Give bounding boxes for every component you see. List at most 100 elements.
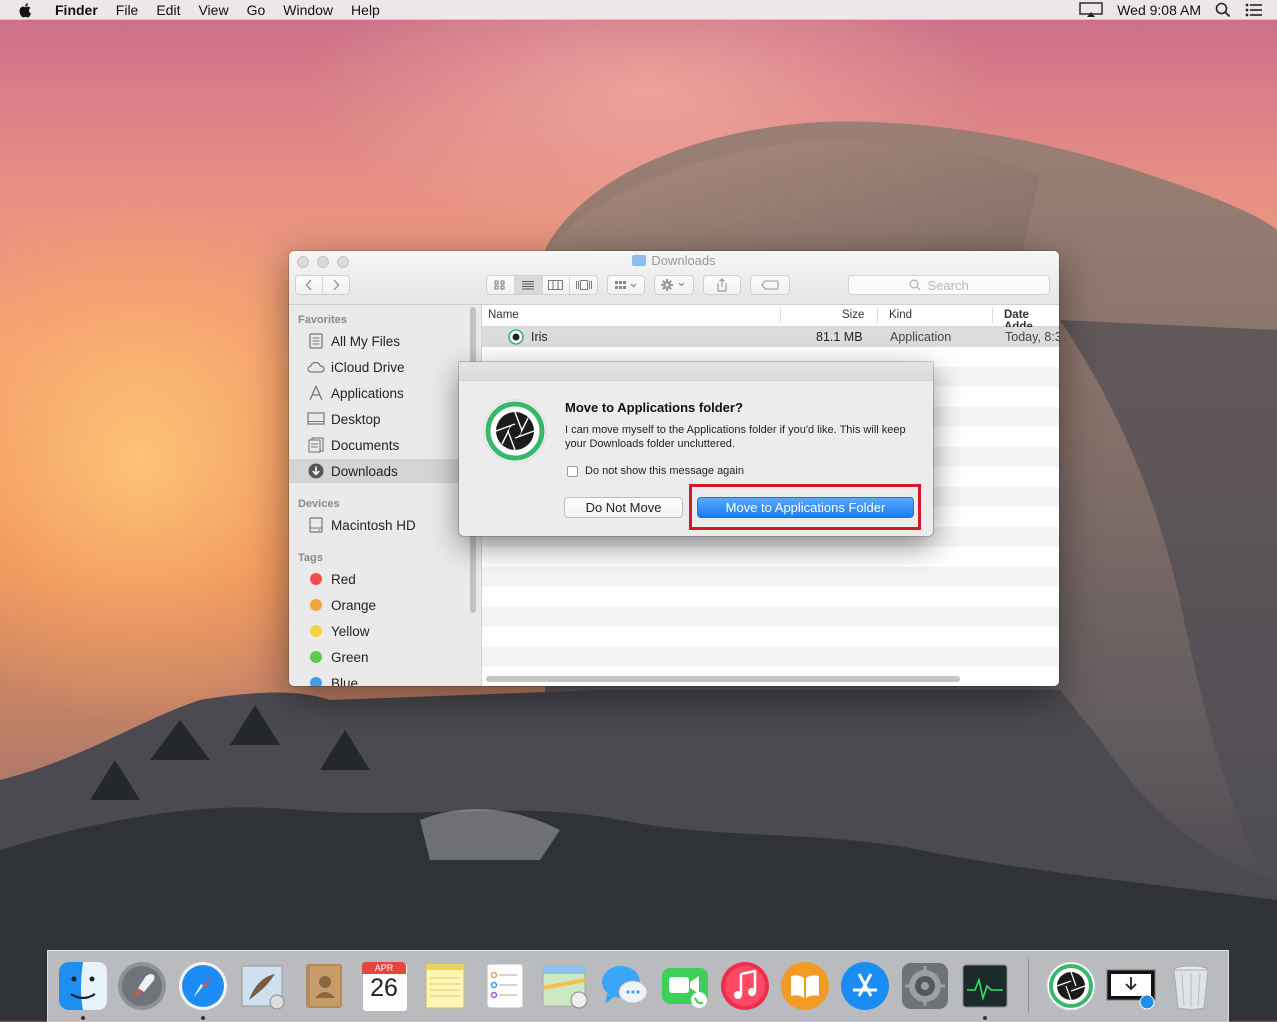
forward-button[interactable] [323, 276, 349, 294]
sidebar-item-downloads[interactable]: Downloads [289, 459, 469, 483]
menu-edit[interactable]: Edit [156, 2, 180, 18]
column-header-size[interactable]: Size [842, 309, 864, 321]
search-input[interactable] [925, 276, 990, 294]
calendar-dock-icon[interactable]: APR 26 [358, 960, 410, 1012]
sidebar-item-label: Blue [331, 675, 359, 687]
ibooks-dock-icon[interactable] [779, 960, 831, 1012]
trash-dock-icon[interactable] [1165, 960, 1217, 1012]
downloads-icon [307, 463, 325, 479]
activity-monitor-dock-icon[interactable] [959, 960, 1011, 1012]
tag-icon [761, 280, 779, 290]
mail-dock-icon[interactable] [237, 960, 289, 1012]
checkbox-box[interactable] [567, 465, 578, 477]
devices-header: Devices [298, 498, 340, 510]
sidebar-tag-blue[interactable]: Blue [289, 671, 469, 686]
tag-dot-icon [310, 625, 322, 637]
do-not-move-button[interactable]: Do Not Move [564, 497, 683, 518]
messages-dock-icon[interactable] [599, 960, 651, 1012]
sidebar-item-label: Documents [331, 437, 400, 453]
table-row[interactable]: Iris 81.1 MB Application Today, 8:3 [482, 327, 1059, 347]
edit-tags-button[interactable] [750, 275, 790, 295]
sidebar-item-label: Yellow [331, 623, 370, 639]
sidebar-item-applications[interactable]: Applications [289, 381, 469, 405]
search-field[interactable] [848, 275, 1050, 295]
arrange-grid-icon [615, 281, 637, 289]
contacts-dock-icon[interactable] [298, 960, 350, 1012]
arrange-button[interactable] [607, 275, 645, 295]
calendar-month: APR [362, 962, 406, 974]
sidebar-tag-yellow[interactable]: Yellow [289, 619, 469, 643]
menu-view[interactable]: View [198, 2, 228, 18]
dock: APR 26 [47, 950, 1229, 1022]
sidebar-item-label: Applications [331, 385, 404, 401]
list-view-icon [522, 281, 535, 290]
menu-file[interactable]: File [116, 2, 139, 18]
sidebar-item-documents[interactable]: Documents [289, 433, 469, 457]
tag-dot-icon [310, 599, 322, 611]
facetime-dock-icon[interactable] [659, 960, 711, 1012]
tag-dot-icon [310, 651, 322, 663]
spotlight-search-icon[interactable] [1215, 2, 1231, 18]
sidebar-item-icloud-drive[interactable]: iCloud Drive [289, 355, 469, 379]
sidebar-tag-orange[interactable]: Orange [289, 593, 469, 617]
column-view-button[interactable] [543, 276, 571, 294]
icon-view-button[interactable] [487, 276, 515, 294]
horizontal-scrollbar[interactable] [486, 676, 960, 682]
move-to-applications-button[interactable]: Move to Applications Folder [697, 497, 914, 518]
folder-icon [632, 255, 647, 266]
sidebar-item-label: Green [331, 649, 369, 665]
apple-menu-icon[interactable] [17, 2, 35, 18]
dont-show-again-checkbox[interactable]: Do not show this message again [567, 465, 744, 477]
running-indicator [201, 1016, 205, 1020]
menu-go[interactable]: Go [247, 2, 266, 18]
menu-help[interactable]: Help [351, 2, 380, 18]
file-kind: Application [890, 330, 952, 344]
share-button[interactable] [703, 275, 741, 295]
menu-window[interactable]: Window [283, 2, 333, 18]
app-store-dock-icon[interactable] [839, 960, 891, 1012]
notes-dock-icon[interactable] [419, 960, 471, 1012]
system-preferences-dock-icon[interactable] [899, 960, 951, 1012]
iris-app-icon [508, 329, 524, 345]
safari-dock-icon[interactable] [177, 960, 229, 1012]
running-indicator [81, 1016, 85, 1020]
finder-sidebar: Favorites All My Files iCloud Drive Appl… [289, 305, 482, 686]
column-header-name[interactable]: Name [488, 309, 519, 321]
finder-dock-icon[interactable] [57, 960, 109, 1012]
back-button[interactable] [296, 276, 323, 294]
sidebar-item-all-my-files[interactable]: All My Files [289, 329, 469, 353]
itunes-dock-icon[interactable] [719, 960, 771, 1012]
sidebar-item-label: All My Files [331, 333, 401, 349]
share-icon [717, 278, 727, 292]
icon-view-icon [494, 280, 505, 290]
menu-bar: Finder File Edit View Go Window Help Wed… [0, 0, 1277, 20]
sidebar-tag-red[interactable]: Red [289, 567, 469, 591]
maps-dock-icon[interactable] [539, 960, 591, 1012]
list-view-button[interactable] [514, 276, 543, 294]
finder-toolbar: Downloads [289, 251, 1059, 305]
sidebar-item-macintosh-hd[interactable]: Macintosh HD [289, 513, 469, 537]
empty-row [482, 607, 1059, 627]
window-title: Downloads [289, 253, 1059, 268]
notification-center-icon[interactable] [1245, 3, 1263, 17]
documents-icon [307, 437, 325, 453]
menu-clock[interactable]: Wed 9:08 AM [1117, 2, 1201, 18]
iris-dock-icon[interactable] [1045, 960, 1097, 1012]
sidebar-tag-green[interactable]: Green [289, 645, 469, 669]
cover-flow-button[interactable] [570, 276, 597, 294]
chevron-right-icon [333, 279, 340, 291]
column-view-icon [548, 280, 564, 290]
action-menu-button[interactable] [654, 275, 694, 295]
reminders-dock-icon[interactable] [479, 960, 531, 1012]
file-size: 81.1 MB [816, 330, 863, 344]
sidebar-item-desktop[interactable]: Desktop [289, 407, 469, 431]
airplay-display-icon[interactable] [1079, 1, 1103, 18]
view-mode-control [486, 275, 598, 295]
favorites-header: Favorites [298, 314, 347, 326]
search-icon [909, 279, 920, 291]
downloads-stack-dock-icon[interactable] [1105, 960, 1157, 1012]
launchpad-dock-icon[interactable] [116, 960, 168, 1012]
column-header-kind[interactable]: Kind [889, 309, 912, 321]
menu-app-name[interactable]: Finder [55, 2, 98, 18]
sidebar-item-label: Macintosh HD [331, 517, 416, 533]
